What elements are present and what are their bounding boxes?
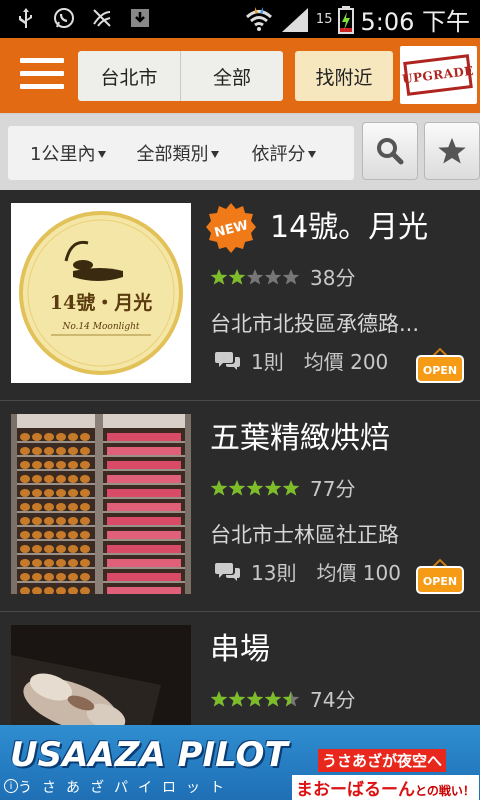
star-icon [282,479,300,495]
restaurant-list[interactable]: 14號・月光 No.14 Moonlight NEW 14號。月光 38分 台北… [0,190,480,725]
ad-tagline: うさあざが夜空へ [318,749,447,772]
star-rating [210,268,300,286]
rating: 77分 [210,473,355,502]
star-icon [282,690,300,706]
battery-charging-icon [338,5,355,34]
star-icon [246,690,264,706]
comment-count: 1則 [251,350,284,374]
meta-row: 1則 均價 200 [215,346,388,375]
download-icon [131,9,149,27]
star-icon [282,268,300,284]
star-rating [210,479,300,497]
ad-title: USAAZA PILOT [10,735,288,775]
nearby-button[interactable]: 找附近 [295,51,393,101]
filter-group: 1公里內 全部類別 依評分 [8,126,354,180]
logo-title: 14號・月光 [50,291,152,314]
restaurant-name: 五葉精緻烘焙 [210,421,390,456]
restaurant-thumbnail: 14號・月光 No.14 Moonlight [11,203,191,383]
average-price: 均價 100 [316,561,401,585]
star-icon [246,268,264,284]
star-rating [210,690,300,708]
distance-filter[interactable]: 1公里內 [30,140,107,166]
score: 74分 [310,688,356,712]
comment-icon [215,562,240,581]
comment-icon [215,351,240,370]
star-icon [264,690,282,706]
distance-filter-label: 1公里內 [30,144,96,165]
ad-subtitle: うさあざパイロット [18,780,234,796]
clock: 5:06 下午 [360,8,470,36]
star-icon [264,268,282,284]
ad-info-icon[interactable]: i [4,779,18,793]
system-icons: 15 5:06 下午 [244,2,470,37]
address: 台北市士林區社正路 [210,523,399,547]
status-bar: 15 5:06 下午 [0,0,480,38]
restaurant-thumbnail [11,625,191,725]
category-filter[interactable]: 全部類別 [136,140,220,166]
upgrade-label: UPGRADE [401,63,475,87]
menu-icon[interactable] [20,58,64,94]
upgrade-stamp: UPGRADE [401,54,475,96]
area-select[interactable]: 全部 [181,51,283,101]
moonlight-logo: 14號・月光 No.14 Moonlight [19,211,183,375]
bakery-photo [11,414,191,594]
open-sign-icon: OPEN [416,348,464,383]
dropdown-arrow-icon [308,150,317,158]
ad-tagline-2-main: まおーばるーん [296,780,415,800]
score: 77分 [310,477,356,501]
city-select[interactable]: 台北市 [78,51,181,101]
ad-tagline-2: まおーばるーんとの戦い！ [292,775,479,800]
svg-text:OPEN: OPEN [423,364,457,377]
dropdown-arrow-icon [211,150,220,158]
open-sign-icon: OPEN [416,559,464,594]
wifi-icon [245,6,272,31]
restaurant-name: 14號。月光 [270,210,429,245]
dropdown-arrow-icon [98,150,107,158]
star-icon [210,690,228,706]
rating: 38分 [210,262,355,291]
usb-icon [19,8,32,28]
meta-row: 13則 均價 100 [215,557,401,586]
star-icon [210,479,228,495]
whatsapp-icon [54,8,74,28]
signal-icon [281,7,308,32]
average-price: 均價 200 [303,350,389,374]
category-filter-label: 全部類別 [136,144,209,165]
star-icon [228,268,246,284]
list-item[interactable]: 五葉精緻烘焙 77分 台北市士林區社正路 13則 均價 100 OPEN [0,401,480,612]
list-item[interactable]: 串場 74分 [0,612,480,725]
mute-icon [93,9,111,27]
top-toolbar: 台北市 全部 找附近 UPGRADE [0,38,480,113]
star-icon [228,479,246,495]
restaurant-name: 串場 [210,632,270,667]
battery-percent: 15 [315,12,333,27]
upgrade-button[interactable]: UPGRADE [400,46,477,104]
filter-bar: 1公里內 全部類別 依評分 [0,113,480,190]
sort-filter-label: 依評分 [251,144,306,165]
star-icon [228,690,246,706]
new-badge: NEW [206,203,256,253]
notification-icons [14,6,152,30]
star-icon [264,479,282,495]
sort-filter[interactable]: 依評分 [251,140,317,166]
svg-text:OPEN: OPEN [423,575,457,588]
logo-subtitle: No.14 Moonlight [61,322,139,332]
ad-tagline-2-suffix: との戦い！ [415,784,475,798]
location-selector: 台北市 全部 [78,51,283,101]
star-icon [246,479,264,495]
score: 38分 [310,266,356,290]
search-button[interactable] [362,122,418,180]
star-icon [438,137,466,164]
restaurant-thumbnail [11,414,191,594]
comment-count: 13則 [251,561,297,585]
favorites-button[interactable] [424,122,480,180]
star-icon [210,268,228,284]
search-icon [377,138,404,165]
skewer-photo [11,625,191,725]
rating: 74分 [210,684,355,713]
ad-banner[interactable]: USAAZA PILOT うさあざパイロット うさあざが夜空へ まおーばるーんと… [0,725,480,800]
address: 台北市北投區承德路... [210,312,420,336]
list-item[interactable]: 14號・月光 No.14 Moonlight NEW 14號。月光 38分 台北… [0,190,480,401]
